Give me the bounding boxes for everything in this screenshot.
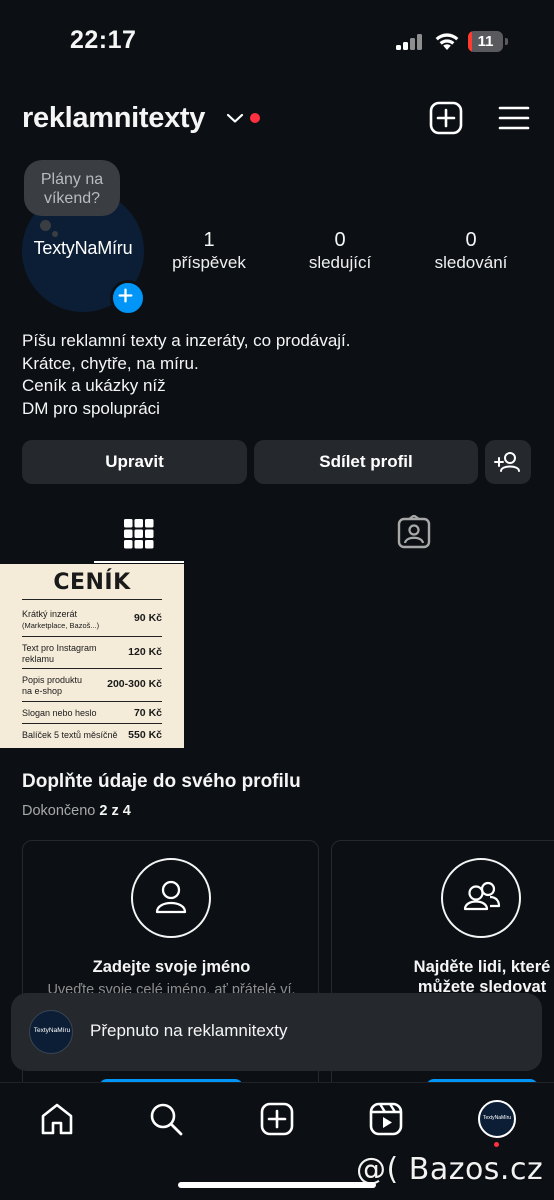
notification-dot: [250, 113, 260, 123]
note-bubble-tail-small: [52, 231, 58, 237]
following-count-label: sledování: [434, 253, 508, 272]
home-icon[interactable]: [39, 1101, 75, 1137]
nav-avatar-text: TextyNaMíru: [482, 1115, 512, 1121]
note-bubble-tail: [40, 220, 51, 231]
grid-icon: [124, 519, 154, 549]
chevron-down-icon[interactable]: [226, 112, 244, 124]
bio-line: Ceník a ukázky níž: [22, 376, 166, 395]
toast-avatar-text: TextyNaMíru: [33, 1027, 71, 1034]
battery-icon: 11: [468, 31, 508, 52]
followers-count-value: 0: [334, 229, 346, 251]
profile-note-text: Plány na víkend?: [40, 171, 104, 207]
status-bar: 22:17 11: [0, 0, 554, 84]
people-icon: [463, 881, 501, 911]
toast-avatar: TextyNaMíru: [29, 1010, 73, 1054]
profile-circle: [131, 858, 211, 938]
profile-note[interactable]: Plány na víkend?: [24, 160, 120, 216]
price-row-sub: reklamu: [22, 654, 55, 664]
divider: [22, 636, 162, 637]
posts-count[interactable]: 1 příspěvek: [144, 228, 274, 274]
divider: [22, 723, 162, 724]
share-profile-button[interactable]: Sdílet profil: [254, 440, 478, 484]
post-thumbnail-price-list[interactable]: CENÍK Krátký inzerát (Marketplace, Bazoš.…: [0, 564, 184, 748]
divider: [22, 668, 162, 669]
person-icon: [155, 880, 187, 914]
price-row-sub: na e-shop: [22, 686, 63, 696]
edit-profile-button[interactable]: Upravit: [22, 440, 247, 484]
profile-header: reklamnitexty: [0, 96, 554, 144]
bazos-watermark: @( Bazos.cz: [356, 1152, 544, 1187]
progress-prefix: Dokončeno: [22, 803, 96, 819]
following-count[interactable]: 0 sledování: [406, 228, 536, 274]
price-row-label: Balíček 5 textů měsíčně: [22, 730, 118, 740]
price-value: 200-300 Kč: [107, 678, 162, 690]
tagged-photos-icon[interactable]: [396, 515, 432, 551]
clock: 22:17: [70, 26, 137, 54]
people-circle: [441, 858, 521, 938]
price-value: 90 Kč: [133, 612, 162, 624]
cellular-signal-icon: [396, 34, 424, 50]
card-title: Zadejte svoje jméno: [92, 958, 251, 976]
bio-line: Píšu reklamní texty a inzeráty, co prodá…: [22, 331, 351, 350]
post-title: CENÍK: [53, 570, 131, 595]
create-icon[interactable]: [259, 1101, 295, 1137]
divider: [22, 701, 162, 702]
bio-line: Krátce, chytře, na míru.: [22, 353, 199, 373]
account-switcher[interactable]: reklamnitexty: [22, 102, 205, 135]
active-tab-indicator: [94, 561, 184, 563]
home-indicator[interactable]: [178, 1182, 376, 1188]
search-icon[interactable]: [148, 1101, 184, 1137]
reels-icon[interactable]: [368, 1101, 404, 1137]
add-person-icon: [494, 452, 520, 472]
price-row-sub: (Marketplace, Bazoš...): [22, 621, 100, 630]
price-row-label: Krátký inzerát: [22, 609, 78, 619]
progress-value: 2 z 4: [99, 803, 131, 819]
account-switched-toast: TextyNaMíru Přepnuto na reklamnitexty: [11, 993, 542, 1071]
toast-message: Přepnuto na reklamnitexty: [90, 1021, 288, 1040]
avatar-logo-text: TextyNaMíru: [33, 238, 133, 258]
battery-percentage: 11: [477, 33, 494, 50]
card-title-line: Najděte lidi, které: [413, 958, 551, 976]
following-count-value: 0: [465, 229, 477, 251]
followers-count[interactable]: 0 sledující: [275, 228, 405, 274]
profile-tab-avatar[interactable]: TextyNaMíru: [478, 1100, 516, 1138]
create-post-icon[interactable]: [428, 100, 464, 136]
price-value: 120 Kč: [128, 646, 162, 658]
posts-count-label: příspěvek: [172, 253, 246, 272]
price-row-label: Slogan nebo heslo: [22, 708, 97, 718]
profile-bio: Píšu reklamní texty a inzeráty, co prodá…: [22, 330, 351, 420]
posts-count-value: 1: [203, 229, 215, 251]
menu-icon[interactable]: [496, 100, 532, 136]
card-title: Najděte lidi, které můžete sledovat: [407, 957, 554, 997]
complete-profile-progress: Dokončeno 2 z 4: [22, 803, 131, 819]
add-story-plus-icon[interactable]: [110, 280, 146, 316]
price-value: 70 Kč: [133, 707, 162, 719]
price-row-label: Popis produktu: [22, 675, 83, 685]
divider: [22, 599, 162, 600]
complete-profile-title: Doplňte údaje do svého profilu: [22, 771, 301, 792]
bio-line: DM pro spolupráci: [22, 398, 160, 418]
wifi-icon: [435, 33, 459, 50]
discover-people-button[interactable]: [485, 440, 531, 484]
price-value: 550 Kč: [128, 729, 162, 741]
followers-count-label: sledující: [308, 253, 372, 272]
notification-dot: [494, 1142, 499, 1147]
tab-posts-grid[interactable]: [94, 508, 184, 564]
price-row-label: Text pro Instagram: [22, 643, 97, 653]
